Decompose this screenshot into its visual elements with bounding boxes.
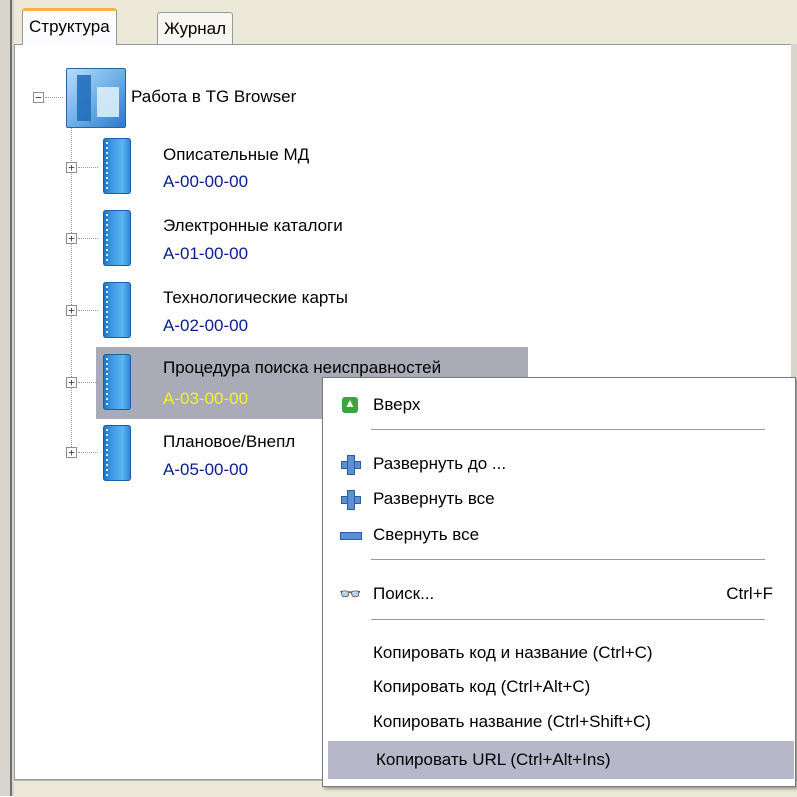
tree-node-title[interactable]: Процедура поиска неисправностей bbox=[163, 358, 441, 378]
tab-strip: Структура Журнал bbox=[14, 0, 797, 45]
tree-node-title[interactable]: Описательные МД bbox=[163, 145, 309, 165]
menu-separator bbox=[371, 429, 765, 430]
tree-node-code[interactable]: A-01-00-00 bbox=[163, 244, 248, 264]
expand-node-icon[interactable]: + bbox=[66, 377, 77, 388]
expand-all-icon bbox=[339, 489, 361, 510]
tree-connector bbox=[78, 167, 98, 168]
tree-connector bbox=[78, 310, 98, 311]
menu-item-label: Свернуть все bbox=[373, 525, 480, 544]
menu-item-expand-to[interactable]: Развернуть до ... bbox=[325, 447, 793, 481]
menu-item-collapse-all[interactable]: Свернуть все bbox=[325, 518, 793, 552]
expand-node-icon[interactable]: + bbox=[66, 447, 77, 458]
up-arrow-icon bbox=[339, 395, 361, 415]
project-root-icon bbox=[66, 68, 126, 128]
expand-node-icon[interactable]: + bbox=[66, 162, 77, 173]
tab-journal[interactable]: Журнал bbox=[157, 12, 234, 44]
menu-item-up[interactable]: Вверх bbox=[325, 388, 793, 422]
menu-separator bbox=[371, 559, 765, 560]
tree-connector bbox=[71, 128, 72, 453]
menu-item-shortcut: Ctrl+F bbox=[726, 584, 773, 603]
tree-connector bbox=[78, 382, 98, 383]
tab-structure[interactable]: Структура bbox=[22, 8, 117, 45]
menu-item-label: Поиск... bbox=[373, 584, 435, 603]
menu-item-label: Копировать код и название (Ctrl+C) bbox=[373, 643, 653, 662]
menu-separator bbox=[371, 619, 765, 620]
menu-item-label: Развернуть все bbox=[373, 489, 495, 508]
menu-item-expand-all[interactable]: Развернуть все bbox=[325, 482, 793, 516]
menu-item-label: Копировать название (Ctrl+Shift+C) bbox=[373, 712, 651, 731]
menu-item-copy-url[interactable]: Копировать URL (Ctrl+Alt+Ins) bbox=[328, 741, 794, 779]
tree-node-title[interactable]: Плановое/Внепл bbox=[163, 432, 295, 452]
context-menu: Вверх Развернуть до ... Развернуть все С… bbox=[322, 377, 796, 787]
tree-connector bbox=[78, 238, 98, 239]
menu-item-copy-code-and-name[interactable]: Копировать код и название (Ctrl+C) bbox=[325, 636, 793, 670]
binoculars-icon: 👓 bbox=[339, 584, 362, 604]
tree-connector bbox=[45, 97, 63, 98]
expand-node-icon[interactable]: + bbox=[66, 233, 77, 244]
tree-node-code[interactable]: A-05-00-00 bbox=[163, 460, 248, 480]
collapse-all-icon bbox=[339, 525, 362, 545]
book-icon bbox=[103, 354, 131, 410]
menu-item-label: Копировать URL (Ctrl+Alt+Ins) bbox=[376, 750, 611, 769]
menu-item-copy-name[interactable]: Копировать название (Ctrl+Shift+C) bbox=[325, 705, 793, 739]
tree-root-label[interactable]: Работа в TG Browser bbox=[131, 87, 296, 107]
menu-item-label: Развернуть до ... bbox=[373, 454, 507, 473]
window-left-border bbox=[0, 0, 14, 796]
tree-node-code[interactable]: A-00-00-00 bbox=[163, 172, 248, 192]
expand-to-icon bbox=[339, 454, 361, 475]
book-icon bbox=[103, 425, 131, 481]
expand-node-icon[interactable]: + bbox=[66, 305, 77, 316]
menu-item-search[interactable]: 👓 Поиск... Ctrl+F bbox=[325, 577, 793, 611]
tree-node-title[interactable]: Технологические карты bbox=[163, 288, 348, 308]
menu-item-label: Вверх bbox=[373, 395, 421, 414]
tree-node-title[interactable]: Электронные каталоги bbox=[163, 216, 343, 236]
book-icon bbox=[103, 138, 131, 194]
collapse-root-icon[interactable]: − bbox=[33, 92, 44, 103]
book-icon bbox=[103, 282, 131, 338]
menu-item-label: Копировать код (Ctrl+Alt+C) bbox=[373, 677, 591, 696]
book-icon bbox=[103, 210, 131, 266]
menu-item-copy-code[interactable]: Копировать код (Ctrl+Alt+C) bbox=[325, 670, 793, 704]
tree-node-code[interactable]: A-02-00-00 bbox=[163, 316, 248, 336]
tree-connector bbox=[78, 452, 98, 453]
tree-node-code[interactable]: A-03-00-00 bbox=[163, 389, 248, 409]
